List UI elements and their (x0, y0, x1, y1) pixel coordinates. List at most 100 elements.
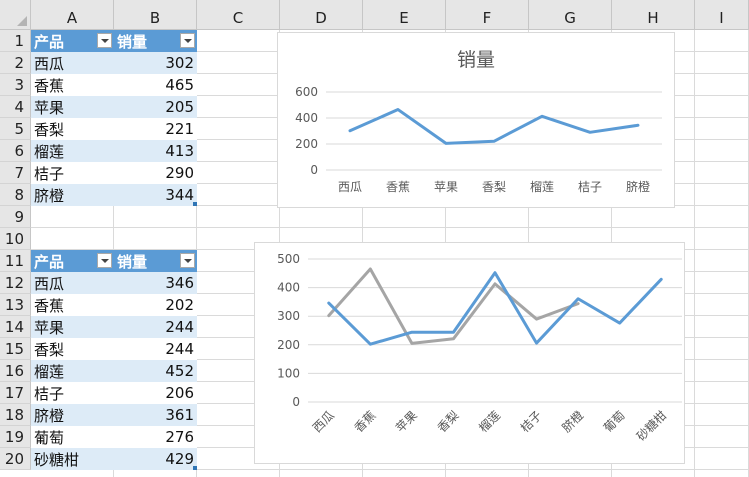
table-resize-handle[interactable] (193, 202, 197, 206)
line-chart-2[interactable]: 0 100 200 300 400 500 西瓜 香蕉 苹果 香梨 榴莲 桔子 脐橙 葡萄 砂糖柑 (254, 242, 685, 464)
row-header-5[interactable]: 5 (0, 118, 31, 140)
column-header-h[interactable]: H (612, 0, 695, 30)
table2-product-cell[interactable]: 香梨 (31, 338, 114, 360)
table1-sales-cell[interactable]: 221 (114, 118, 197, 140)
y-tick-label: 400 (277, 281, 300, 295)
table1-product-cell[interactable]: 榴莲 (31, 140, 114, 162)
table2-product-cell[interactable]: 榴莲 (31, 360, 114, 382)
table2-sales-cell[interactable]: 244 (114, 316, 197, 338)
table2-product-cell[interactable]: 苹果 (31, 316, 114, 338)
x-tick-label: 西瓜 (338, 180, 362, 194)
table2-sales-cell[interactable]: 206 (114, 382, 197, 404)
table2-product-cell[interactable]: 西瓜 (31, 272, 114, 294)
row-gridline (31, 227, 749, 228)
x-tick-label: 香梨 (482, 180, 506, 194)
x-tick-label: 香蕉 (352, 408, 379, 435)
table1-header-cell[interactable]: 销量 (114, 30, 197, 52)
table2-header-cell[interactable]: 产品 (31, 250, 114, 272)
column-header-e[interactable]: E (363, 0, 446, 30)
table-resize-handle[interactable] (193, 466, 197, 470)
row-header-3[interactable]: 3 (0, 74, 31, 96)
x-tick-label: 桔子 (518, 408, 545, 435)
y-tick-label: 200 (277, 338, 300, 352)
filter-dropdown-icon[interactable] (180, 33, 195, 48)
select-all-corner[interactable] (0, 0, 31, 30)
table2-sales-cell[interactable]: 452 (114, 360, 197, 382)
table1-product-cell[interactable]: 香蕉 (31, 74, 114, 96)
row-header-19[interactable]: 19 (0, 426, 31, 448)
table2-sales-cell[interactable]: 346 (114, 272, 197, 294)
table1-sales-cell[interactable]: 413 (114, 140, 197, 162)
row-header-6[interactable]: 6 (0, 140, 31, 162)
row-header-14[interactable]: 14 (0, 316, 31, 338)
row-header-15[interactable]: 15 (0, 338, 31, 360)
table2-sales-cell[interactable]: 202 (114, 294, 197, 316)
table1-product-cell[interactable]: 桔子 (31, 162, 114, 184)
column-header-d[interactable]: D (280, 0, 363, 30)
row-header-18[interactable]: 18 (0, 404, 31, 426)
table2-sales-cell[interactable]: 361 (114, 404, 197, 426)
table2-sales-cell[interactable]: 276 (114, 426, 197, 448)
column-header-i[interactable]: I (695, 0, 749, 30)
table2-product-cell[interactable]: 砂糖柑 (31, 448, 114, 470)
x-tick-label: 葡萄 (601, 408, 628, 435)
x-tick-label: 脐橙 (559, 408, 587, 436)
filter-dropdown-icon[interactable] (97, 253, 112, 268)
row-header-11[interactable]: 11 (0, 250, 31, 272)
row-header-20[interactable]: 20 (0, 448, 31, 470)
table2-product-cell[interactable]: 桔子 (31, 382, 114, 404)
x-tick-label: 榴莲 (476, 408, 503, 435)
column-header-f[interactable]: F (446, 0, 529, 30)
row-header-8[interactable]: 8 (0, 184, 31, 206)
spreadsheet: ABCDEFGHI 1 2 3 4 5 6 7 8 9 10 11 12 13 14 15 16 17 18 19 2… (0, 0, 749, 477)
table1-sales-cell[interactable]: 344 (114, 184, 197, 206)
filter-dropdown-icon[interactable] (180, 253, 195, 268)
table1-sales-cell[interactable]: 302 (114, 52, 197, 74)
row-header-12[interactable]: 12 (0, 272, 31, 294)
table2-product-cell[interactable]: 脐橙 (31, 404, 114, 426)
table2-product-cell[interactable]: 香蕉 (31, 294, 114, 316)
select-all-triangle-icon (17, 16, 27, 26)
row-header-16[interactable]: 16 (0, 360, 31, 382)
filter-dropdown-icon[interactable] (97, 33, 112, 48)
table2-header-label: 销量 (117, 252, 148, 271)
x-tick-label: 苹果 (434, 180, 458, 194)
chart-1-plot: 0 200 400 600 西瓜 香蕉 苹果 香梨 榴莲 桔子 脐橙 (295, 85, 662, 194)
row-header-2[interactable]: 2 (0, 52, 31, 74)
column-gridline (694, 30, 695, 477)
table1-header-cell[interactable]: 产品 (31, 30, 114, 52)
y-tick-label: 300 (277, 309, 300, 323)
x-tick-label: 脐橙 (626, 179, 650, 194)
table1-header-label: 产品 (34, 32, 65, 51)
table1-sales-cell[interactable]: 205 (114, 96, 197, 118)
row-header-9[interactable]: 9 (0, 206, 31, 228)
table1-product-cell[interactable]: 西瓜 (31, 52, 114, 74)
table2-sales-cell[interactable]: 244 (114, 338, 197, 360)
table1-product-cell[interactable]: 脐橙 (31, 184, 114, 206)
table2-sales-cell[interactable]: 429 (114, 448, 197, 470)
row-header-4[interactable]: 4 (0, 96, 31, 118)
row-header-7[interactable]: 7 (0, 162, 31, 184)
row-header-17[interactable]: 17 (0, 382, 31, 404)
table2-product-cell[interactable]: 葡萄 (31, 426, 114, 448)
column-header-g[interactable]: G (529, 0, 612, 30)
y-tick-label: 0 (310, 163, 318, 177)
table1-product-cell[interactable]: 苹果 (31, 96, 114, 118)
column-header-b[interactable]: B (114, 0, 197, 30)
table1-sales-cell[interactable]: 290 (114, 162, 197, 184)
table2-header-cell[interactable]: 销量 (114, 250, 197, 272)
column-header-c[interactable]: C (197, 0, 280, 30)
row-header-10[interactable]: 10 (0, 228, 31, 250)
y-tick-label: 0 (292, 395, 300, 409)
row-header-1[interactable]: 1 (0, 30, 31, 52)
table2-header-label: 产品 (34, 252, 65, 271)
series-line[interactable] (348, 108, 640, 145)
table1-product-cell[interactable]: 香梨 (31, 118, 114, 140)
column-header-a[interactable]: A (31, 0, 114, 30)
chart-2-plot: 0 100 200 300 400 500 西瓜 香蕉 苹果 香梨 榴莲 桔子 脐橙 葡萄 砂糖柑 (277, 252, 682, 444)
table1-header-label: 销量 (117, 32, 148, 51)
y-tick-label: 500 (277, 252, 300, 266)
row-header-13[interactable]: 13 (0, 294, 31, 316)
line-chart-1[interactable]: 销量 0 200 400 600 西瓜 香蕉 苹果 香梨 榴莲 桔子 脐橙 (277, 32, 675, 208)
table1-sales-cell[interactable]: 465 (114, 74, 197, 96)
